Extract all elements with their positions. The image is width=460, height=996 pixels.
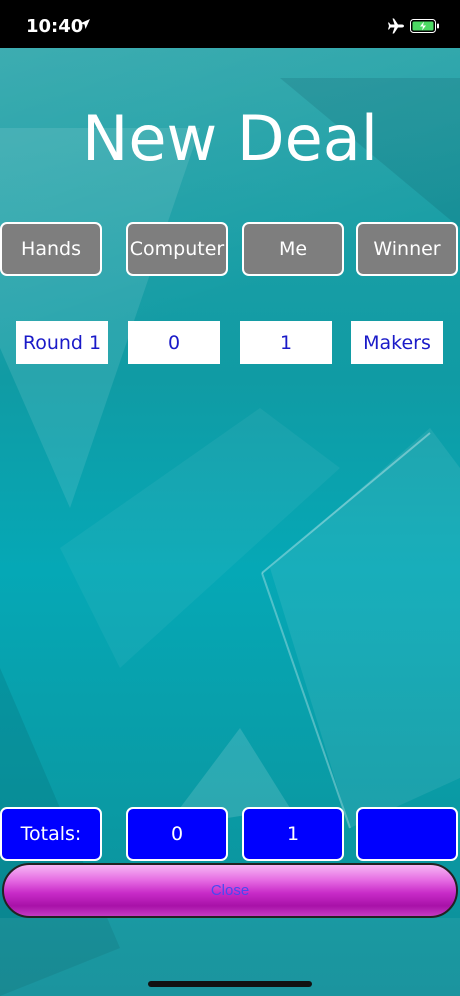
battery-charging-icon (410, 19, 439, 33)
totals-winner (356, 807, 458, 861)
status-bar: 10:40 (0, 0, 460, 48)
location-arrow-icon (80, 19, 90, 29)
me-score-cell: 1 (240, 321, 332, 364)
home-indicator[interactable] (148, 981, 312, 987)
header-winner-button[interactable]: Winner (356, 222, 458, 276)
header-hands-button[interactable]: Hands (0, 222, 102, 276)
totals-computer: 0 (126, 807, 228, 861)
header-computer-button[interactable]: Computer (126, 222, 228, 276)
totals-label: Totals: (0, 807, 102, 861)
computer-score-cell: 0 (128, 321, 220, 364)
totals-me: 1 (242, 807, 344, 861)
header-me-button[interactable]: Me (242, 222, 344, 276)
page-title: New Deal (81, 102, 379, 175)
round-cell: Round 1 (16, 321, 108, 364)
status-time: 10:40 (26, 16, 84, 37)
airplane-icon (388, 18, 404, 34)
close-button[interactable]: Close (2, 863, 458, 918)
winner-cell: Makers (351, 321, 443, 364)
